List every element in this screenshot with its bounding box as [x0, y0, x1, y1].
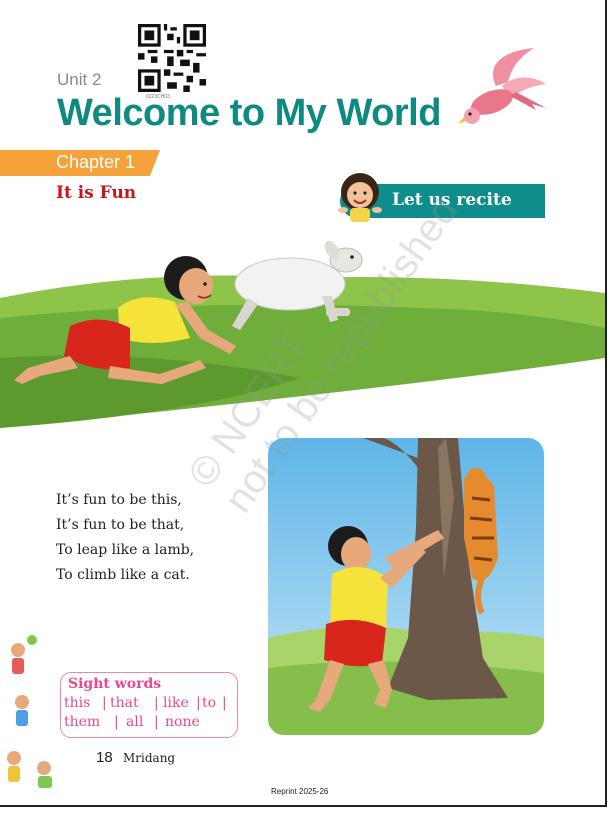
poem-line: It’s fun to be that,	[56, 517, 185, 533]
sight-word-divider: |	[154, 695, 159, 711]
sight-word: that	[110, 695, 139, 711]
textbook-page: 0223CH03 Unit 2 Welcome to My World Chap…	[0, 0, 607, 807]
boy-climbing-tree-illustration	[268, 438, 544, 735]
sight-word: to	[202, 695, 217, 711]
page-number: 18	[96, 749, 113, 766]
reprint-note: Reprint 2025-26	[271, 787, 329, 796]
sight-word-divider: |	[196, 695, 201, 711]
poem-line: It’s fun to be this,	[56, 492, 182, 508]
sight-words-title: Sight words	[68, 676, 162, 692]
sight-word-divider: |	[222, 695, 227, 711]
book-title: Mridang	[123, 751, 176, 765]
unit-label: Unit 2	[57, 70, 102, 89]
bird-illustration	[458, 48, 546, 124]
sight-word: none	[165, 714, 200, 730]
poem-line: To climb like a cat.	[56, 567, 190, 583]
sight-word-divider: |	[102, 695, 107, 711]
chapter-title: It is Fun	[56, 183, 137, 203]
sight-word-divider: |	[114, 714, 119, 730]
sight-word-divider: |	[154, 714, 159, 730]
page-title: Welcome to My World	[57, 92, 441, 134]
sight-word: all	[126, 714, 144, 730]
kids-illustration	[7, 635, 52, 788]
poem: It’s fun to be this, It’s fun to be that…	[56, 488, 194, 588]
sight-word: them	[64, 714, 101, 730]
sight-word: like	[163, 695, 189, 711]
chapter-label: Chapter 1	[56, 152, 136, 172]
sight-word: this	[64, 695, 91, 711]
poem-line: To leap like a lamb,	[56, 542, 195, 558]
qr-code[interactable]	[138, 24, 206, 92]
